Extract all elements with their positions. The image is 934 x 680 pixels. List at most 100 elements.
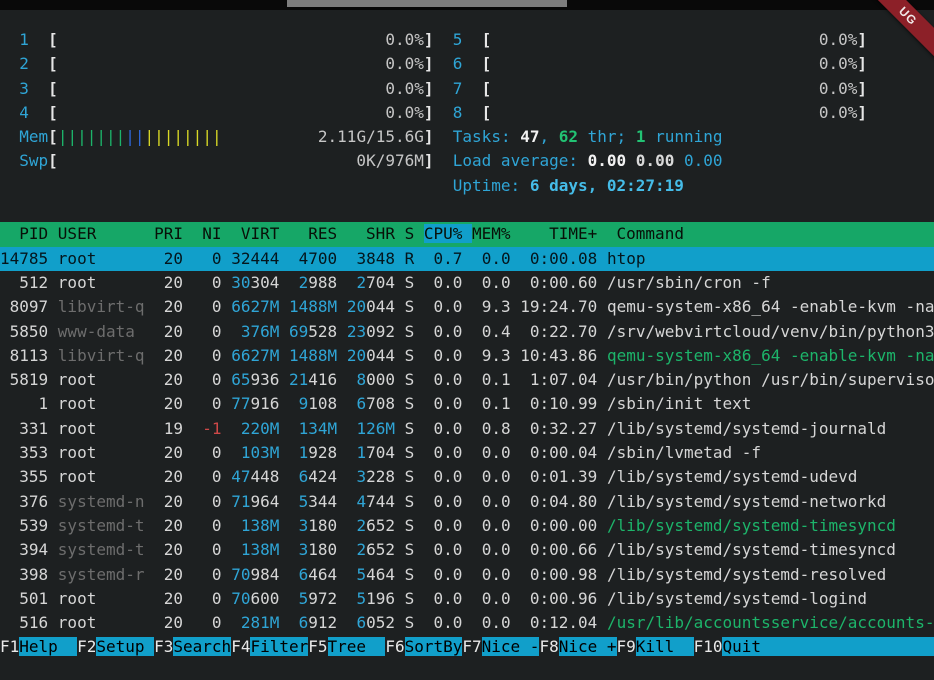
cell-pid: 539: [0, 516, 58, 535]
cell-command: /srv/webvirtcloud/venv/bin/python3: [607, 322, 934, 341]
process-row[interactable]: 355 root 20 0 47448 6424 3228 S 0.0 0.0 …: [0, 465, 934, 489]
cell-user: root: [58, 370, 154, 389]
process-row[interactable]: 394 systemd-t 20 0 138M 3180 2652 S 0.0 …: [0, 538, 934, 562]
function-key-bar: F1Help F2Setup F3SearchF4FilterF5Tree F6…: [0, 635, 934, 659]
fnkey-f5[interactable]: F5: [308, 637, 327, 656]
cell-mem-percent: 0.0: [472, 589, 520, 608]
cell-command: qemu-system-x86_64 -enable-kvm -na: [607, 346, 934, 365]
cell-command: /sbin/init text: [607, 394, 752, 413]
cell-command: /lib/systemd/systemd-udevd: [607, 467, 857, 486]
cell-cpu-percent: 0.0: [424, 492, 472, 511]
fnlabel-kill[interactable]: Kill: [636, 637, 694, 656]
cpu-meter-label-2: 2: [19, 54, 48, 73]
cell-state: S: [405, 565, 424, 584]
process-row[interactable]: 331 root 19 -1 220M 134M 126M S 0.0 0.8 …: [0, 417, 934, 441]
fnlabel-sortby[interactable]: SortBy: [405, 637, 463, 656]
cell-pri: 20: [154, 394, 193, 413]
cell-pri: 20: [154, 297, 193, 316]
cell-pid: 394: [0, 540, 58, 559]
fnlabel-filter[interactable]: Filter: [250, 637, 308, 656]
process-row[interactable]: 1 root 20 0 77916 9108 6708 S 0.0 0.1 0:…: [0, 392, 934, 416]
cell-res: 1488M: [289, 297, 337, 316]
cpu-meter-value-1: 0.0%: [58, 30, 424, 49]
cell-cpu-percent: 0.0: [424, 419, 472, 438]
cell-shr: 20: [347, 297, 366, 316]
column-header-pri[interactable]: PRI: [154, 224, 193, 243]
process-row[interactable]: 14785 root 20 0 32444 4700 3848 R 0.7 0.…: [0, 247, 934, 271]
process-row[interactable]: 516 root 20 0 281M 6912 6052 S 0.0 0.0 0…: [0, 611, 934, 635]
cell-virt: 138M: [231, 516, 279, 535]
process-row[interactable]: 376 systemd-n 20 0 71964 5344 4744 S 0.0…: [0, 490, 934, 514]
fnlabel-help[interactable]: Help: [19, 637, 77, 656]
cell-pid: 331: [0, 419, 58, 438]
cell-time: 0:10.99: [520, 394, 607, 413]
cell-user: root: [58, 419, 154, 438]
fnkey-f9[interactable]: F9: [617, 637, 636, 656]
fnlabel-tree[interactable]: Tree: [328, 637, 386, 656]
process-row[interactable]: 8097 libvirt-q 20 0 6627M 1488M 20044 S …: [0, 295, 934, 319]
fnkey-f1[interactable]: F1: [0, 637, 19, 656]
cell-user: root: [58, 467, 154, 486]
process-row[interactable]: 512 root 20 0 30304 2988 2704 S 0.0 0.0 …: [0, 271, 934, 295]
process-row[interactable]: 5819 root 20 0 65936 21416 8000 S 0.0 0.…: [0, 368, 934, 392]
cell-time: 0:12.04: [520, 613, 607, 632]
cell-pri: 20: [154, 322, 193, 341]
fnkey-f7[interactable]: F7: [462, 637, 481, 656]
cell-shr: 2: [347, 540, 366, 559]
cell-shr: 2: [347, 273, 366, 292]
column-header-res[interactable]: RES: [289, 224, 347, 243]
fnlabel-quit[interactable]: Quit: [722, 637, 934, 656]
fnkey-f2[interactable]: F2: [77, 637, 96, 656]
meter-open-bracket: [: [48, 54, 58, 73]
process-row[interactable]: 501 root 20 0 70600 5972 5196 S 0.0 0.0 …: [0, 587, 934, 611]
cell-pid: 501: [0, 589, 58, 608]
cell-pri: 20: [154, 516, 193, 535]
column-header-virt[interactable]: VIRT: [231, 224, 289, 243]
cpu-meter-label-6: 6: [453, 54, 482, 73]
cell-shr: 6: [347, 394, 366, 413]
cell-virt: 138M: [231, 540, 279, 559]
column-header-ni[interactable]: NI: [193, 224, 232, 243]
cpu-meter-value-8: 0.0%: [491, 103, 857, 122]
column-header-state[interactable]: S: [405, 224, 424, 243]
process-row[interactable]: 8113 libvirt-q 20 0 6627M 1488M 20044 S …: [0, 344, 934, 368]
fnkey-f3[interactable]: F3: [154, 637, 173, 656]
meter-open-bracket: [: [482, 54, 492, 73]
meter-close-bracket: ]: [857, 103, 867, 122]
column-header-cpu[interactable]: CPU%: [424, 224, 472, 243]
cell-virt: 6627M: [231, 346, 279, 365]
cell-cpu-percent: 0.0: [424, 613, 472, 632]
process-row[interactable]: 539 systemd-t 20 0 138M 3180 2652 S 0.0 …: [0, 514, 934, 538]
cell-res: 6: [289, 565, 308, 584]
fnkey-f6[interactable]: F6: [385, 637, 404, 656]
fnlabel-nice-[interactable]: Nice +: [559, 637, 617, 656]
column-header-shr[interactable]: SHR: [347, 224, 405, 243]
cell-virt: 281M: [231, 613, 279, 632]
cpu-meter-label-4: 4: [19, 103, 48, 122]
cell-user: systemd-t: [58, 540, 154, 559]
column-header-user[interactable]: USER: [58, 224, 154, 243]
fnlabel-nice-[interactable]: Nice -: [482, 637, 540, 656]
cell-res: 6: [289, 613, 308, 632]
process-row[interactable]: 353 root 20 0 103M 1928 1704 S 0.0 0.0 0…: [0, 441, 934, 465]
column-header-time[interactable]: TIME+: [520, 224, 607, 243]
fnkey-f4[interactable]: F4: [231, 637, 250, 656]
cell-pri: 20: [154, 589, 193, 608]
cell-state: R: [405, 249, 424, 268]
column-header-command[interactable]: Command: [607, 224, 684, 243]
cell-cpu-percent: 0.0: [424, 516, 472, 535]
process-row[interactable]: 398 systemd-r 20 0 70984 6464 5464 S 0.0…: [0, 563, 934, 587]
process-row[interactable]: 5850 www-data 20 0 376M 69528 23092 S 0.…: [0, 320, 934, 344]
fnlabel-search[interactable]: Search: [173, 637, 231, 656]
column-header-mem[interactable]: MEM%: [472, 224, 520, 243]
cell-shr: 23: [347, 322, 366, 341]
cell-state: S: [405, 467, 424, 486]
fnlabel-setup[interactable]: Setup: [96, 637, 154, 656]
cell-shr: 5: [347, 589, 366, 608]
fnkey-f8[interactable]: F8: [539, 637, 558, 656]
swp-meter-row: Swp[ 0K/976M] Load average: 0.00 0.00 0.…: [0, 149, 934, 173]
cell-time: 0:32.27: [520, 419, 607, 438]
column-header-pid[interactable]: PID: [0, 224, 58, 243]
cell-pri: 20: [154, 346, 193, 365]
fnkey-f10[interactable]: F10: [694, 637, 723, 656]
